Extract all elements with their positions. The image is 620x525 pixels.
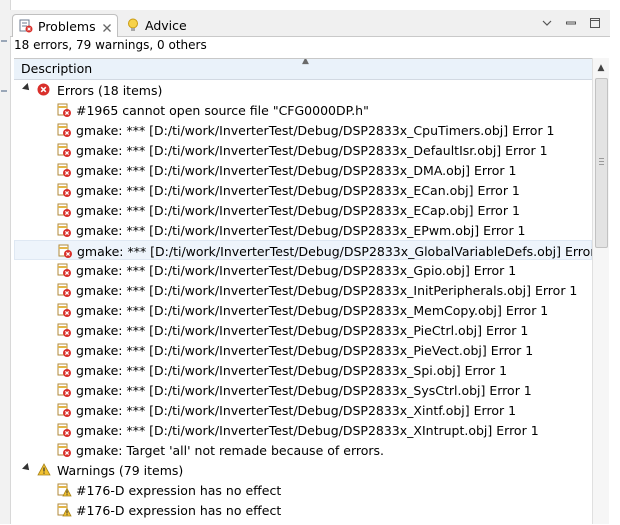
scroll-up-arrow[interactable]: ▲ — [592, 58, 609, 78]
error-marker-icon — [56, 162, 72, 178]
expand-toggle-icon[interactable] — [22, 83, 32, 93]
warning-item-row[interactable]: #176-D expression has no effect — [14, 480, 592, 500]
error-description: gmake: *** [D:/ti/work/InverterTest/Debu… — [76, 223, 526, 238]
error-marker-icon — [56, 262, 72, 278]
group-label: Errors (18 items) — [57, 83, 163, 98]
column-header-label: Description — [21, 61, 93, 76]
error-description: gmake: *** [D:/ti/work/InverterTest/Debu… — [76, 183, 520, 198]
frame-mark — [1, 40, 7, 42]
frame-mark — [1, 90, 7, 92]
tab-problems[interactable]: Problems — [12, 14, 118, 37]
error-marker-icon — [56, 362, 72, 378]
error-description: #1965 cannot open source file "CFG0000DP… — [76, 103, 369, 118]
tab-advice-label: Advice — [145, 17, 187, 33]
error-marker-icon — [56, 282, 72, 298]
problems-summary: 18 errors, 79 warnings, 0 others — [14, 38, 207, 52]
error-description: gmake: *** [D:/ti/work/InverterTest/Debu… — [76, 423, 539, 438]
error-description: gmake: *** [D:/ti/work/InverterTest/Debu… — [76, 303, 549, 318]
problems-icon — [18, 18, 34, 34]
error-marker-icon — [56, 302, 72, 318]
view-tab-bar: Problems Advice — [10, 10, 610, 37]
error-description: gmake: *** [D:/ti/work/InverterTest/Debu… — [76, 323, 529, 338]
error-item-row[interactable]: #1965 cannot open source file "CFG0000DP… — [14, 100, 592, 120]
error-description: gmake: *** [D:/ti/work/InverterTest/Debu… — [76, 363, 508, 378]
error-description: gmake: *** [D:/ti/work/InverterTest/Debu… — [77, 244, 608, 259]
error-item-row[interactable]: gmake: *** [D:/ti/work/InverterTest/Debu… — [14, 200, 592, 220]
error-item-row[interactable]: gmake: *** [D:/ti/work/InverterTest/Debu… — [14, 140, 592, 160]
maximize-icon[interactable] — [588, 16, 602, 30]
errors-group-icon — [37, 83, 50, 96]
error-marker-icon — [56, 442, 72, 458]
error-description: gmake: *** [D:/ti/work/InverterTest/Debu… — [76, 283, 578, 298]
error-marker-icon — [56, 342, 72, 358]
error-item-row[interactable]: gmake: *** [D:/ti/work/InverterTest/Debu… — [14, 300, 592, 320]
error-item-row[interactable]: gmake: *** [D:/ti/work/InverterTest/Debu… — [14, 280, 592, 300]
error-item-row[interactable]: gmake: *** [D:/ti/work/InverterTest/Debu… — [14, 220, 592, 240]
warning-description: #176-D expression has no effect — [76, 483, 282, 498]
error-description: gmake: Target 'all' not remade because o… — [76, 443, 384, 458]
problems-rows: Errors (18 items) #1965 cannot open sourc… — [14, 80, 607, 520]
error-item-row[interactable]: gmake: *** [D:/ti/work/InverterTest/Debu… — [14, 340, 592, 360]
error-description: gmake: *** [D:/ti/work/InverterTest/Debu… — [76, 203, 520, 218]
minimize-icon[interactable] — [564, 16, 578, 30]
error-description: gmake: *** [D:/ti/work/InverterTest/Debu… — [76, 383, 532, 398]
error-item-row[interactable]: gmake: *** [D:/ti/work/InverterTest/Debu… — [14, 400, 592, 420]
lightbulb-icon — [125, 17, 141, 33]
error-marker-icon — [56, 382, 72, 398]
view-actions — [540, 16, 602, 30]
close-icon[interactable] — [102, 21, 112, 32]
error-item-row[interactable]: gmake: *** [D:/ti/work/InverterTest/Debu… — [14, 380, 592, 400]
error-marker-icon — [56, 122, 72, 138]
error-marker-icon — [57, 243, 73, 259]
expand-toggle-icon[interactable] — [22, 463, 32, 473]
error-item-row[interactable]: gmake: Target 'all' not remade because o… — [14, 440, 592, 460]
column-header-description[interactable]: ▲ Description — [14, 59, 608, 80]
error-marker-icon — [56, 222, 72, 238]
error-description: gmake: *** [D:/ti/work/InverterTest/Debu… — [76, 163, 517, 178]
warnings-group-icon — [37, 463, 51, 476]
error-description: gmake: *** [D:/ti/work/InverterTest/Debu… — [76, 263, 517, 278]
error-marker-icon — [56, 182, 72, 198]
error-item-row[interactable]: gmake: *** [D:/ti/work/InverterTest/Debu… — [14, 260, 592, 280]
error-marker-icon — [56, 422, 72, 438]
error-item-row[interactable]: gmake: *** [D:/ti/work/InverterTest/Debu… — [14, 240, 607, 260]
warning-description: #176-D expression has no effect — [76, 503, 282, 518]
sort-ascending-icon: ▲ — [302, 58, 309, 66]
error-item-row[interactable]: gmake: *** [D:/ti/work/InverterTest/Debu… — [14, 160, 592, 180]
problems-tree-table: ▲ Description Errors (18 items) #1965 can… — [14, 58, 608, 525]
error-marker-icon — [56, 202, 72, 218]
error-item-row[interactable]: gmake: *** [D:/ti/work/InverterTest/Debu… — [14, 360, 592, 380]
error-description: gmake: *** [D:/ti/work/InverterTest/Debu… — [76, 403, 517, 418]
group-label: Warnings (79 items) — [57, 463, 184, 478]
error-item-row[interactable]: gmake: *** [D:/ti/work/InverterTest/Debu… — [14, 120, 592, 140]
left-frame-edge — [0, 0, 11, 524]
vertical-scrollbar[interactable] — [592, 78, 609, 524]
error-marker-icon — [56, 102, 72, 118]
view-menu-icon[interactable] — [540, 16, 554, 30]
tab-advice[interactable]: Advice — [120, 14, 208, 36]
error-marker-icon — [56, 322, 72, 338]
error-description: gmake: *** [D:/ti/work/InverterTest/Debu… — [76, 143, 548, 158]
error-item-row[interactable]: gmake: *** [D:/ti/work/InverterTest/Debu… — [14, 180, 592, 200]
group-row-warnings[interactable]: Warnings (79 items) — [14, 460, 592, 480]
error-item-row[interactable]: gmake: *** [D:/ti/work/InverterTest/Debu… — [14, 320, 592, 340]
error-description: gmake: *** [D:/ti/work/InverterTest/Debu… — [76, 343, 534, 358]
error-marker-icon — [56, 142, 72, 158]
tab-problems-label: Problems — [38, 18, 96, 34]
error-description: gmake: *** [D:/ti/work/InverterTest/Debu… — [76, 123, 555, 138]
warning-marker-icon — [56, 502, 72, 518]
error-item-row[interactable]: gmake: *** [D:/ti/work/InverterTest/Debu… — [14, 420, 592, 440]
error-marker-icon — [56, 402, 72, 418]
scrollbar-thumb[interactable] — [595, 78, 608, 248]
warning-item-row[interactable]: #176-D expression has no effect — [14, 500, 592, 520]
warning-marker-icon — [56, 482, 72, 498]
group-row-errors[interactable]: Errors (18 items) — [14, 80, 592, 100]
